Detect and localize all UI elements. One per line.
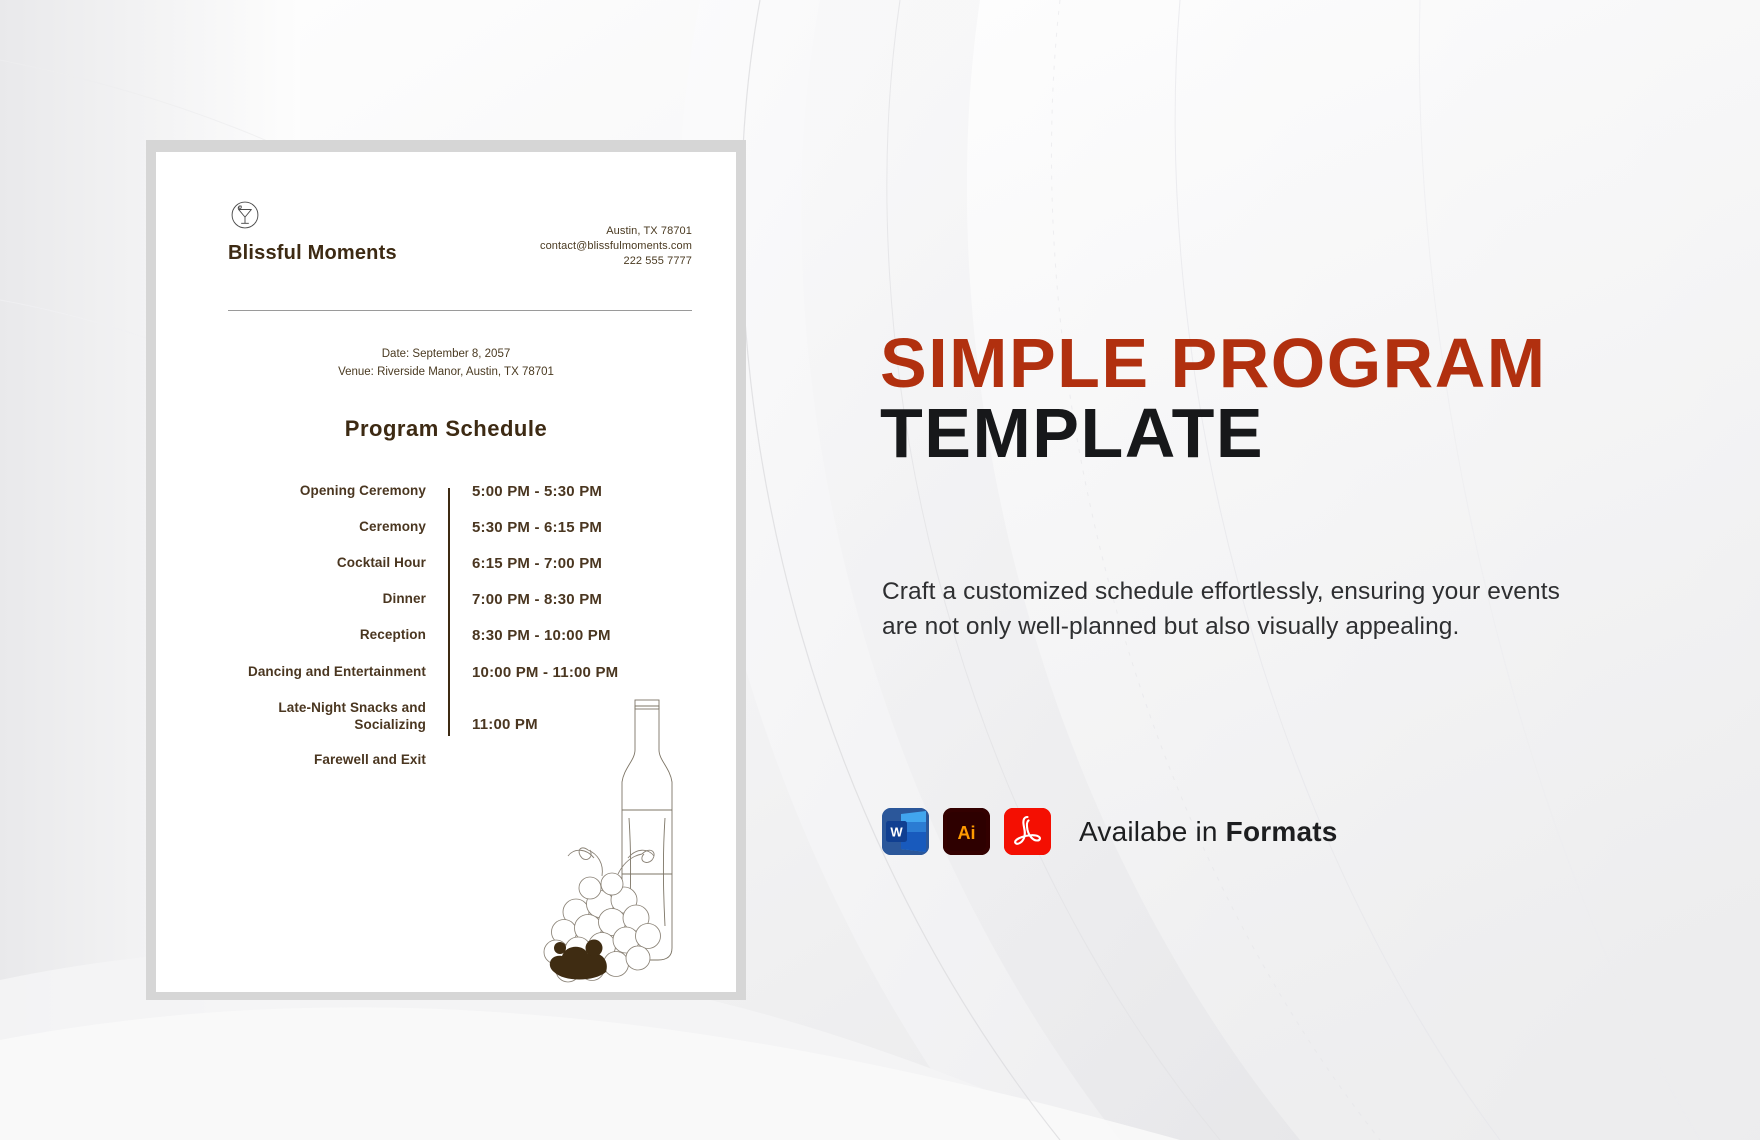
formats-label-prefix: Availabe in (1079, 815, 1226, 847)
program-schedule-title: Program Schedule (344, 415, 548, 441)
event-meta: Date: September 8, 2057 Venue: Riverside… (200, 346, 692, 382)
page-title-line1: SIMPLE PROGRAM (880, 324, 1547, 402)
schedule-item-time: 5:30 PM - 6:15 PM (472, 518, 603, 536)
contact-phone: 222 555 7777 (623, 254, 692, 267)
schedule-item-time: 11:00 PM (472, 715, 538, 733)
contact-email: contact@blissfulmoments.com (539, 239, 692, 252)
schedule-item-time: 6:15 PM - 7:00 PM (472, 555, 603, 572)
schedule-item-time: 10:00 PM - 11:00 PM (472, 663, 619, 681)
brand-block: Blissful Moments (228, 198, 397, 265)
schedule-table: Opening Ceremony 5:00 PM - 5:30 PM Cerem… (200, 482, 692, 769)
pdf-format-icon[interactable] (1004, 808, 1051, 855)
program-document-preview[interactable]: Blissful Moments Austin, TX 78701 contac… (156, 152, 736, 992)
brand-name: Blissful Moments (228, 242, 397, 264)
table-row: Opening Ceremony 5:00 PM - 5:30 PM (236, 482, 692, 501)
formats-label: Availabe in Formats (1079, 816, 1338, 848)
contact-address: Austin, TX 78701 (606, 225, 692, 237)
table-row: Dinner 7:00 PM - 8:30 PM (236, 590, 692, 609)
table-row: Ceremony 5:30 PM - 6:15 PM (236, 518, 692, 537)
pdf-format-glyph (1004, 808, 1051, 855)
document-page: Blissful Moments Austin, TX 78701 contac… (156, 152, 736, 992)
document-header: Blissful Moments Austin, TX 78701 contac… (200, 194, 692, 311)
schedule-item-label: Late-Night Snacks and Socializing (278, 699, 426, 733)
promo-description: Craft a customized schedule effortlessly… (882, 578, 1561, 640)
illustrator-format-icon[interactable]: Ai (943, 808, 990, 855)
word-format-glyph: W (882, 808, 929, 855)
svg-text:Ai: Ai (958, 823, 976, 843)
page-title-line2: TEMPLATE (880, 393, 1265, 472)
schedule-item-label: Dinner (382, 591, 426, 607)
cocktail-glass-icon (231, 201, 259, 229)
header-divider (228, 310, 692, 311)
event-venue: Venue: Riverside Manor, Austin, TX 78701 (338, 365, 554, 378)
schedule-item-time: 7:00 PM - 8:30 PM (472, 591, 603, 609)
word-format-icon[interactable]: W (882, 808, 929, 855)
schedule-item-label: Opening Ceremony (299, 482, 426, 498)
svg-text:W: W (890, 825, 903, 840)
event-date: Date: September 8, 2057 (381, 348, 511, 360)
schedule-item-label: Reception (359, 627, 426, 643)
illustrator-format-glyph: Ai (943, 808, 990, 855)
schedule-item-label: Farewell and Exit (314, 751, 426, 767)
contact-block: Austin, TX 78701 contact@blissfulmoments… (540, 224, 692, 269)
table-row: Dancing and Entertainment 10:00 PM - 11:… (236, 663, 692, 682)
formats-label-bold: Formats (1225, 815, 1338, 847)
schedule-item-time: 8:30 PM - 10:00 PM (472, 627, 611, 645)
schedule-column-divider (448, 487, 450, 736)
promo-panel: SIMPLE PROGRAM TEMPLATE Craft a customiz… (880, 0, 1640, 1140)
schedule-item-label: Ceremony (359, 518, 426, 534)
schedule-item-time: 5:00 PM - 5:30 PM (472, 482, 603, 500)
table-row: Cocktail Hour 6:15 PM - 7:00 PM (236, 554, 692, 573)
available-formats: W Ai Availabe in Formats (882, 808, 1338, 855)
schedule-item-label: Dancing and Entertainment (247, 663, 426, 679)
schedule-item-label: Cocktail Hour (336, 555, 426, 570)
table-row: Farewell and Exit (236, 751, 692, 768)
page-title: SIMPLE PROGRAM TEMPLATE (880, 324, 1640, 472)
table-row: Reception 8:30 PM - 10:00 PM (236, 626, 692, 645)
table-row: Late-Night Snacks and Socializing 11:00 … (236, 699, 692, 734)
